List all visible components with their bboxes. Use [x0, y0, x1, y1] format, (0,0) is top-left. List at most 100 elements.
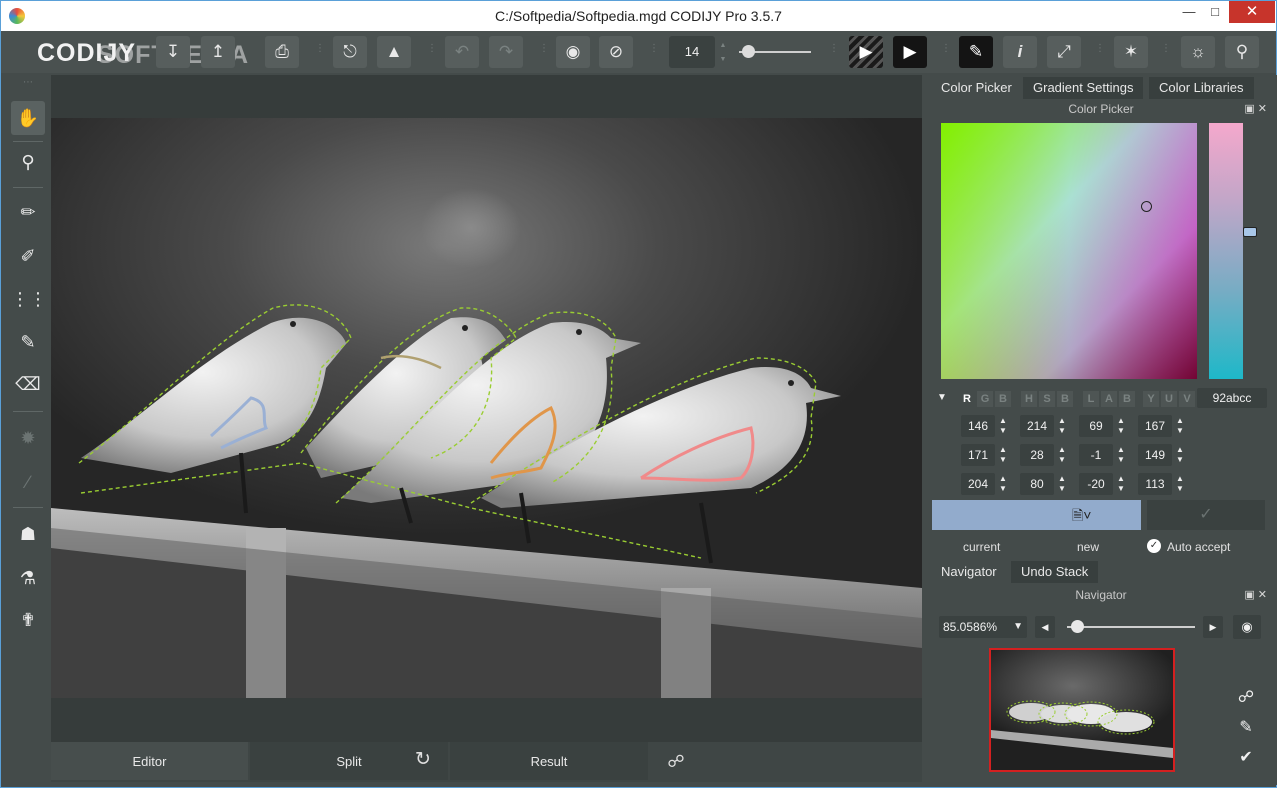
maximize-button[interactable]: □: [1201, 1, 1229, 23]
value-spinner[interactable]: -1 ▲ ▼: [1079, 444, 1131, 466]
spinner-arrows[interactable]: ▲ ▼: [997, 445, 1009, 465]
value-field[interactable]: 113: [1138, 473, 1172, 495]
mode-b2[interactable]: B: [1057, 391, 1073, 407]
float-close-icon[interactable]: ▣ ✕: [1244, 586, 1267, 604]
value-field[interactable]: 146: [961, 415, 995, 437]
auto-accept-checkbox[interactable]: ✓: [1147, 539, 1161, 553]
smudge-tool[interactable]: ∕: [11, 465, 45, 499]
brush-size-stepper[interactable]: ▲ ▼: [717, 39, 729, 67]
value-spinner[interactable]: 28 ▲ ▼: [1020, 444, 1072, 466]
brush-size-input[interactable]: 14: [669, 36, 715, 68]
mode-b3[interactable]: B: [1119, 391, 1135, 407]
hide-marks-button[interactable]: ⊘: [599, 36, 633, 68]
spinner-arrows[interactable]: ▲ ▼: [1174, 416, 1186, 436]
value-spinner[interactable]: 167 ▲ ▼: [1138, 415, 1190, 437]
spinner-arrows[interactable]: ▲ ▼: [1174, 445, 1186, 465]
stamp-tool[interactable]: ⚗: [11, 561, 45, 595]
current-color-swatch[interactable]: 🗎˅: [932, 500, 1141, 530]
undo-button[interactable]: ↶: [445, 36, 479, 68]
hand-tool[interactable]: ✋: [11, 101, 45, 135]
color-field[interactable]: [941, 123, 1197, 379]
value-field[interactable]: 80: [1020, 473, 1054, 495]
fullscreen-button[interactable]: ⤢: [1047, 36, 1081, 68]
tab-navigator[interactable]: Navigator: [931, 561, 1007, 583]
zoom-slider[interactable]: [1067, 626, 1195, 628]
zoom-tool[interactable]: ⚲: [11, 145, 45, 179]
mode-v[interactable]: V: [1179, 391, 1195, 407]
blend-tool[interactable]: ✹: [11, 421, 45, 455]
spinner-arrows[interactable]: ▲ ▼: [1056, 445, 1068, 465]
value-field[interactable]: 69: [1079, 415, 1113, 437]
show-marks-button[interactable]: ◉: [556, 36, 590, 68]
export-button[interactable]: ↥: [201, 36, 235, 68]
value-spinner[interactable]: 149 ▲ ▼: [1138, 444, 1190, 466]
spinner-arrows[interactable]: ▲ ▼: [997, 474, 1009, 494]
print-button[interactable]: ⎙: [265, 36, 299, 68]
fill-button[interactable]: ▲: [377, 36, 411, 68]
mode-l[interactable]: L: [1083, 391, 1099, 407]
tool-button[interactable]: ⚲: [1225, 36, 1259, 68]
value-spinner[interactable]: 69 ▲ ▼: [1079, 415, 1131, 437]
zoom-select[interactable]: 85.0586% ▼: [939, 616, 1027, 638]
value-field[interactable]: 171: [961, 444, 995, 466]
hue-slider-handle[interactable]: [1243, 227, 1257, 237]
spinner-arrows[interactable]: ▲ ▼: [997, 416, 1009, 436]
brush-tool[interactable]: ✏: [11, 195, 45, 229]
tab-result[interactable]: Result: [450, 742, 648, 780]
zoom-in-button[interactable]: ▶: [1203, 616, 1223, 638]
value-spinner[interactable]: -20 ▲ ▼: [1079, 473, 1131, 495]
tab-color-picker[interactable]: Color Picker: [931, 77, 1022, 99]
color-field-marker[interactable]: [1141, 201, 1152, 212]
value-field[interactable]: -20: [1079, 473, 1113, 495]
tab-undo-stack[interactable]: Undo Stack: [1011, 561, 1099, 583]
close-button[interactable]: ✕: [1229, 1, 1275, 23]
canvas-area[interactable]: [51, 75, 922, 742]
spinner-arrows[interactable]: ▲ ▼: [1056, 416, 1068, 436]
photo-canvas[interactable]: [51, 118, 922, 698]
pen-mode-button[interactable]: ✎: [959, 36, 993, 68]
mode-u[interactable]: U: [1161, 391, 1177, 407]
minimize-button[interactable]: —: [1175, 1, 1203, 23]
link-view-button[interactable]: ☍: [1231, 685, 1261, 711]
link-view-icon[interactable]: ☍: [659, 747, 693, 777]
mode-h[interactable]: H: [1021, 391, 1037, 407]
spinner-arrows[interactable]: ▲ ▼: [1056, 474, 1068, 494]
hue-slider[interactable]: [1209, 123, 1243, 379]
apply-button[interactable]: ✔: [1231, 745, 1261, 771]
mode-y[interactable]: Y: [1143, 391, 1159, 407]
import-button[interactable]: ↧: [156, 36, 190, 68]
eraser-tool[interactable]: ⌫: [11, 367, 45, 401]
marker-tool[interactable]: ✎: [11, 325, 45, 359]
brush-size-slider-thumb[interactable]: [742, 45, 755, 58]
accept-color-button[interactable]: ✓: [1147, 500, 1265, 530]
collapse-arrow-icon[interactable]: ▼: [937, 392, 947, 403]
value-spinner[interactable]: 146 ▲ ▼: [961, 415, 1013, 437]
hex-input[interactable]: 92abcc: [1197, 388, 1267, 408]
value-field[interactable]: 204: [961, 473, 995, 495]
tab-color-libraries[interactable]: Color Libraries: [1149, 77, 1254, 99]
value-field[interactable]: 28: [1020, 444, 1054, 466]
mode-b[interactable]: B: [995, 391, 1011, 407]
mode-s[interactable]: S: [1039, 391, 1055, 407]
tab-editor[interactable]: Editor: [51, 742, 248, 780]
spinner-arrows[interactable]: ▲ ▼: [1115, 474, 1127, 494]
value-field[interactable]: 149: [1138, 444, 1172, 466]
value-spinner[interactable]: 214 ▲ ▼: [1020, 415, 1072, 437]
info-button[interactable]: i: [1003, 36, 1037, 68]
debug-button[interactable]: ☼: [1181, 36, 1215, 68]
bucket-tool[interactable]: ☗: [11, 517, 45, 551]
float-close-icon[interactable]: ▣ ✕: [1244, 100, 1267, 118]
pencil-tool[interactable]: ✐: [11, 239, 45, 273]
value-spinner[interactable]: 171 ▲ ▼: [961, 444, 1013, 466]
value-spinner[interactable]: 113 ▲ ▼: [1138, 473, 1190, 495]
dotted-brush-tool[interactable]: ⋮⋮: [11, 282, 47, 316]
navigator-preview-toggle[interactable]: ◉: [1233, 615, 1261, 639]
swatch-menu-icon[interactable]: 🗎˅: [1072, 505, 1091, 529]
spinner-arrows[interactable]: ▲ ▼: [1174, 474, 1186, 494]
spinner-arrows[interactable]: ▲ ▼: [1115, 416, 1127, 436]
spinner-arrows[interactable]: ▲ ▼: [1115, 445, 1127, 465]
favorites-button[interactable]: ✶: [1114, 36, 1148, 68]
value-field[interactable]: 214: [1020, 415, 1054, 437]
mode-r[interactable]: R: [959, 391, 975, 407]
value-field[interactable]: -1: [1079, 444, 1113, 466]
